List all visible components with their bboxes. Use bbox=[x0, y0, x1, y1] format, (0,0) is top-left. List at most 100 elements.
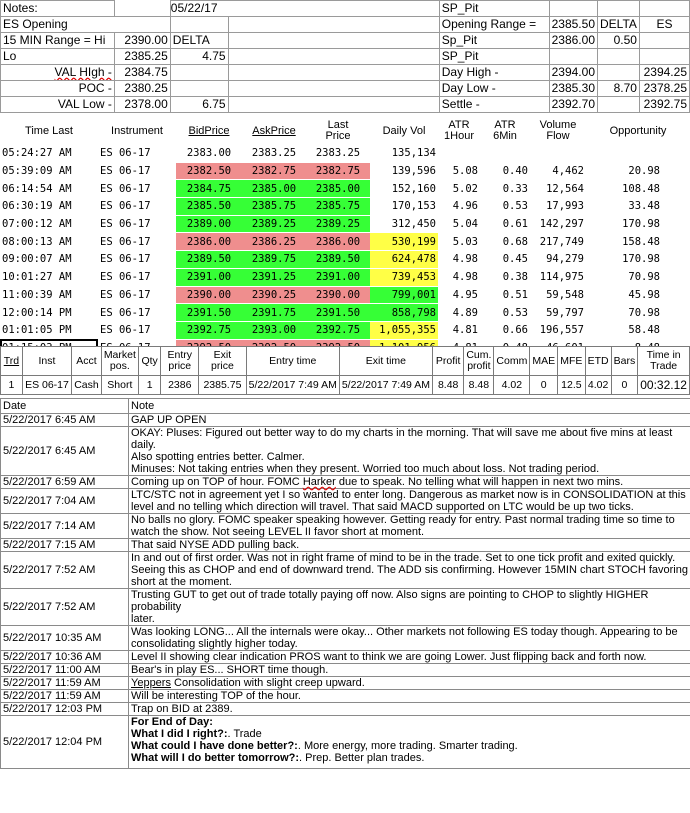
time-last-cell[interactable]: 01:01:05 PM bbox=[0, 321, 98, 340]
last-price-cell[interactable]: 2383.25 bbox=[306, 145, 370, 163]
atr-6min-cell[interactable]: 0.51 bbox=[480, 286, 530, 305]
col-time-last[interactable]: Time Last bbox=[0, 117, 98, 145]
atr-1hour-cell[interactable]: 5.08 bbox=[438, 162, 480, 181]
daily-vol-cell[interactable]: 170,153 bbox=[370, 197, 438, 216]
journal-row[interactable]: 5/22/2017 7:52 AM Trusting GUT to get out… bbox=[0, 588, 690, 626]
time-in-trade-cell[interactable]: 00:32.12 bbox=[637, 375, 690, 395]
atr-1hour-cell[interactable]: 4.89 bbox=[438, 303, 480, 322]
ask-price-cell[interactable]: 2386.25 bbox=[242, 232, 306, 252]
grid-row[interactable]: 11:00:39 AM ES 06-17 2390.00 2390.25 2390.00… bbox=[0, 286, 690, 305]
opportunity-cell[interactable]: 70.98 bbox=[586, 303, 690, 322]
time-last-cell[interactable]: 06:30:19 AM bbox=[0, 197, 98, 216]
col-inst[interactable]: Inst bbox=[21, 346, 73, 376]
col-mae[interactable]: MAE bbox=[529, 346, 559, 376]
col-ask-price[interactable]: AskPrice bbox=[242, 117, 306, 145]
journal-date[interactable]: 5/22/2017 7:15 AM bbox=[0, 538, 129, 552]
journal-note[interactable]: Yeppers Consolidation with slight creep … bbox=[128, 676, 690, 690]
opportunity-cell[interactable]: 70.98 bbox=[586, 268, 690, 287]
last-price-cell[interactable]: 2386.00 bbox=[306, 232, 370, 252]
bars-cell[interactable]: 0 bbox=[610, 375, 639, 395]
journal-row[interactable]: 5/22/2017 11:00 AM Bear's in play ES... S… bbox=[0, 663, 690, 677]
journal-note[interactable]: Level II showing clear indication PROS w… bbox=[128, 650, 690, 664]
journal-row[interactable]: 5/22/2017 11:59 AM Yeppers Consolidation … bbox=[0, 676, 690, 690]
grid-row[interactable]: 05:39:09 AM ES 06-17 2382.50 2382.75 2382.75… bbox=[0, 162, 690, 181]
volume-flow-cell[interactable]: 59,797 bbox=[530, 303, 586, 322]
col-entry-time[interactable]: Entry time bbox=[245, 346, 340, 376]
volume-flow-cell[interactable]: 142,297 bbox=[530, 215, 586, 234]
day-high-value[interactable]: 2394.00 bbox=[548, 64, 599, 81]
atr-1hour-cell[interactable]: 5.04 bbox=[438, 215, 480, 234]
journal-row[interactable]: 5/22/2017 7:15 AM That said NYSE ADD pull… bbox=[0, 538, 690, 552]
bid-price-cell[interactable]: 2392.75 bbox=[176, 321, 242, 340]
col-bars[interactable]: Bars bbox=[610, 346, 639, 376]
entry-price-cell[interactable]: 2386 bbox=[160, 375, 200, 395]
last-price-cell[interactable]: 2390.00 bbox=[306, 286, 370, 305]
col-bid-price[interactable]: BidPrice bbox=[176, 117, 242, 145]
time-last-cell[interactable]: 09:00:07 AM bbox=[0, 250, 98, 269]
opportunity-cell[interactable]: 58.48 bbox=[586, 321, 690, 340]
journal-note[interactable]: Was looking LONG... All the internals we… bbox=[128, 625, 690, 651]
grid-row[interactable]: 10:01:27 AM ES 06-17 2391.00 2391.25 2391.00… bbox=[0, 268, 690, 287]
profit-cell[interactable]: 8.48 bbox=[431, 375, 465, 395]
col-trd[interactable]: Trd bbox=[0, 346, 23, 376]
journal-date[interactable]: 5/22/2017 6:45 AM bbox=[0, 413, 129, 427]
opportunity-cell[interactable]: 158.48 bbox=[586, 232, 690, 252]
time-last-cell[interactable]: 10:01:27 AM bbox=[0, 268, 98, 287]
journal-row[interactable]: 5/22/2017 6:45 AM GAP UP OPEN bbox=[0, 413, 690, 427]
day-low-value[interactable]: 2385.30 bbox=[548, 80, 599, 97]
grid-row[interactable]: 07:00:12 AM ES 06-17 2389.00 2389.25 2389.25… bbox=[0, 215, 690, 234]
daily-vol-cell[interactable]: 139,596 bbox=[370, 162, 438, 181]
market-pos-cell[interactable]: Short bbox=[100, 375, 139, 395]
journal-row[interactable]: 5/22/2017 6:45 AM OKAY: Pluses: Figured o… bbox=[0, 426, 690, 476]
last-price-cell[interactable]: 2392.75 bbox=[306, 321, 370, 340]
atr-6min-cell[interactable] bbox=[480, 145, 530, 163]
daily-vol-cell[interactable]: 739,453 bbox=[370, 268, 438, 287]
grid-row[interactable]: 01:01:05 PM ES 06-17 2392.75 2393.00 2392.75… bbox=[0, 321, 690, 340]
col-last-price[interactable]: Last Price bbox=[306, 117, 370, 145]
journal-note[interactable]: GAP UP OPEN bbox=[128, 413, 690, 427]
journal-note[interactable]: Trap on BID at 2389. bbox=[128, 702, 690, 716]
atr-6min-cell[interactable]: 0.33 bbox=[480, 179, 530, 199]
opportunity-cell[interactable]: 170.98 bbox=[586, 250, 690, 269]
volume-flow-cell[interactable]: 12,564 bbox=[530, 179, 586, 199]
opportunity-cell[interactable]: 170.98 bbox=[586, 215, 690, 234]
qty-cell[interactable]: 1 bbox=[137, 375, 162, 395]
daily-vol-cell[interactable]: 135,134 bbox=[370, 145, 438, 163]
day-low-es[interactable]: 2378.25 bbox=[638, 80, 690, 97]
atr-1hour-cell[interactable]: 4.81 bbox=[438, 321, 480, 340]
time-last-cell[interactable]: 05:24:27 AM bbox=[0, 145, 98, 163]
volume-flow-cell[interactable]: 4,462 bbox=[530, 162, 586, 181]
opportunity-cell[interactable]: 20.98 bbox=[586, 162, 690, 181]
last-price-cell[interactable]: 2391.50 bbox=[306, 303, 370, 322]
day-range-delta[interactable]: 8.70 bbox=[597, 80, 640, 97]
volume-flow-cell[interactable]: 114,975 bbox=[530, 268, 586, 287]
volume-flow-cell[interactable]: 196,557 bbox=[530, 321, 586, 340]
bid-price-cell[interactable]: 2389.00 bbox=[176, 215, 242, 234]
col-atr-1hour[interactable]: ATR 1Hour bbox=[438, 117, 480, 145]
sp-pit-delta[interactable]: 0.50 bbox=[597, 32, 640, 49]
grid-row[interactable]: 06:14:54 AM ES 06-17 2384.75 2385.00 2385.00… bbox=[0, 179, 690, 199]
sp-pit-value[interactable]: 2386.00 bbox=[548, 32, 599, 49]
journal-date[interactable]: 5/22/2017 7:52 AM bbox=[0, 588, 129, 626]
ask-price-cell[interactable]: 2390.25 bbox=[242, 286, 306, 305]
col-date[interactable]: Date bbox=[0, 398, 129, 414]
grid-row[interactable]: 05:24:27 AM ES 06-17 2383.00 2383.25 2383.25… bbox=[0, 145, 690, 163]
atr-1hour-cell[interactable]: 4.98 bbox=[438, 250, 480, 269]
journal-date[interactable]: 5/22/2017 12:04 PM bbox=[0, 715, 129, 769]
instrument-cell[interactable]: ES 06-17 bbox=[98, 179, 176, 199]
col-etd[interactable]: ETD bbox=[584, 346, 612, 376]
atr-6min-cell[interactable]: 0.68 bbox=[480, 232, 530, 252]
instrument-cell[interactable]: ES 06-17 bbox=[98, 145, 176, 163]
journal-date[interactable]: 5/22/2017 10:35 AM bbox=[0, 625, 129, 651]
instrument-cell[interactable]: ES 06-17 bbox=[98, 268, 176, 287]
journal-note[interactable]: Trusting GUT to get out of trade totally… bbox=[128, 588, 690, 626]
last-price-cell[interactable]: 2391.00 bbox=[306, 268, 370, 287]
cum-profit-cell[interactable]: 8.48 bbox=[463, 375, 495, 395]
sheet-date[interactable]: 05/22/17 bbox=[169, 0, 440, 17]
inst-cell[interactable]: ES 06-17 bbox=[21, 375, 73, 395]
col-time-in-trade[interactable]: Time in Trade bbox=[637, 346, 690, 376]
volume-flow-cell[interactable] bbox=[530, 145, 586, 163]
instrument-cell[interactable]: ES 06-17 bbox=[98, 215, 176, 234]
bid-price-cell[interactable]: 2382.50 bbox=[176, 162, 242, 181]
last-price-cell[interactable]: 2382.75 bbox=[306, 162, 370, 181]
